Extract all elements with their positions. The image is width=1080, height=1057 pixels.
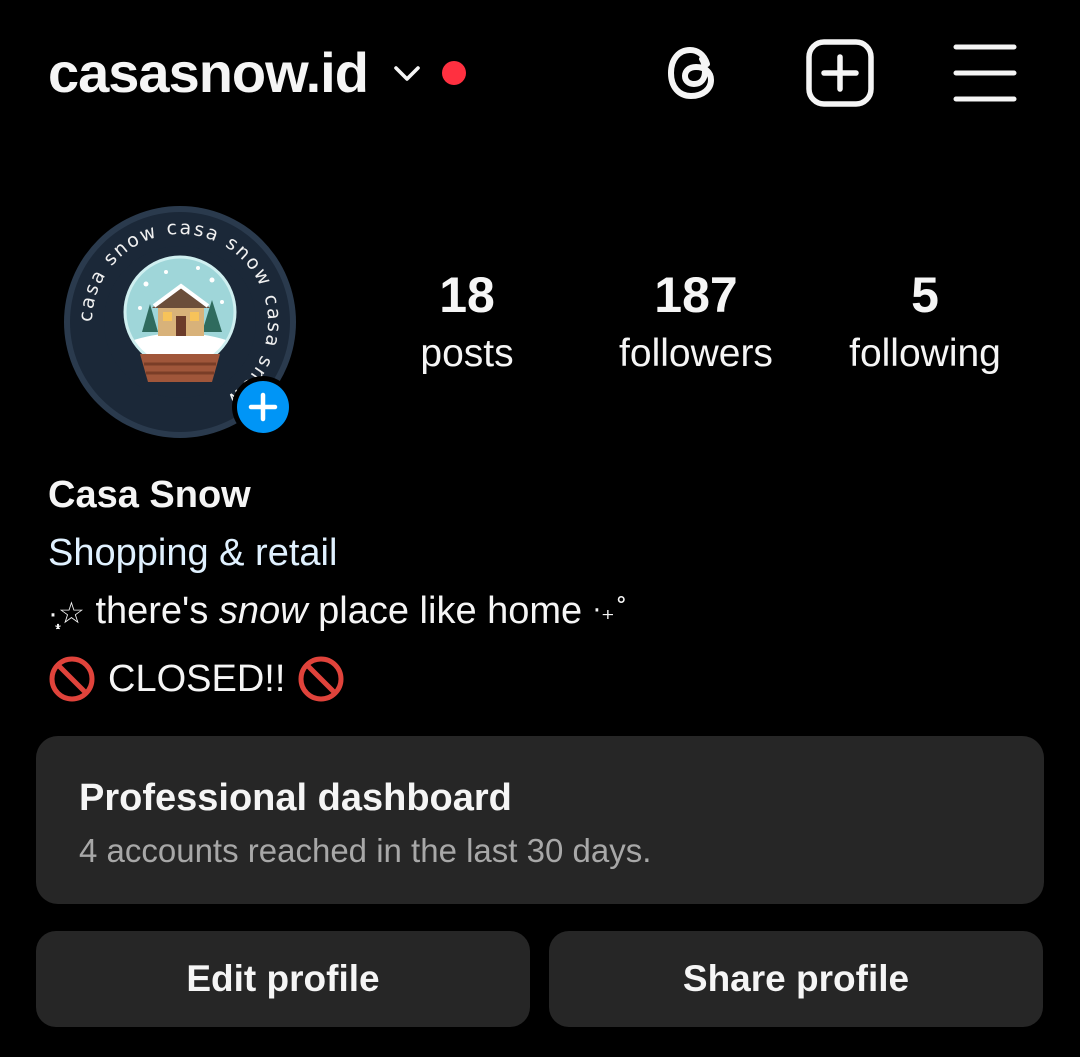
- bio-text-before: there's: [84, 590, 219, 632]
- bio-suffix-symbols: ·₊˚: [592, 596, 628, 626]
- bio-text-emphasis: snow: [218, 590, 308, 632]
- threads-icon[interactable]: [660, 38, 730, 108]
- following-count: 5: [911, 267, 939, 323]
- notification-dot: [441, 61, 466, 85]
- no-entry-icon: [298, 656, 344, 702]
- username: casasnow.id: [48, 41, 369, 104]
- profile-stats: 18 posts 187 followers 5 following: [0, 262, 1080, 392]
- stat-posts[interactable]: 18 posts: [357, 262, 577, 380]
- posts-label: posts: [420, 332, 514, 375]
- bio-text-after: place like home: [307, 590, 593, 632]
- category-label[interactable]: Shopping & retail: [48, 528, 1038, 578]
- followers-label: followers: [619, 332, 773, 375]
- top-header: casasnow.id: [0, 0, 1080, 145]
- following-label: following: [849, 332, 1001, 375]
- profile-bio: Casa Snow Shopping & retail ·̩͙☆ there's…: [48, 470, 1038, 704]
- dashboard-title: Professional dashboard: [79, 777, 512, 819]
- chevron-down-icon: [394, 66, 420, 81]
- edit-profile-button[interactable]: Edit profile: [36, 931, 530, 1027]
- display-name: Casa Snow: [48, 474, 251, 516]
- stat-followers[interactable]: 187 followers: [586, 262, 806, 380]
- bio-prefix-symbols: ·̩͙☆: [48, 596, 85, 631]
- stat-following[interactable]: 5 following: [815, 262, 1035, 380]
- no-entry-icon: [49, 656, 95, 702]
- dashboard-subtitle: 4 accounts reached in the last 30 days.: [79, 832, 652, 869]
- bio-text: ·̩͙☆ there's snow place like home ·₊˚: [48, 586, 1038, 640]
- status-text: CLOSED!!: [108, 658, 286, 700]
- professional-dashboard-card[interactable]: Professional dashboard 4 accounts reache…: [36, 736, 1044, 904]
- followers-count: 187: [654, 267, 738, 323]
- share-profile-button[interactable]: Share profile: [549, 931, 1043, 1027]
- hamburger-menu-icon[interactable]: [950, 38, 1020, 108]
- posts-count: 18: [439, 267, 495, 323]
- plus-square-icon[interactable]: [805, 38, 875, 108]
- status-line: CLOSED!!: [48, 654, 1038, 704]
- account-switcher[interactable]: casasnow.id: [48, 36, 466, 110]
